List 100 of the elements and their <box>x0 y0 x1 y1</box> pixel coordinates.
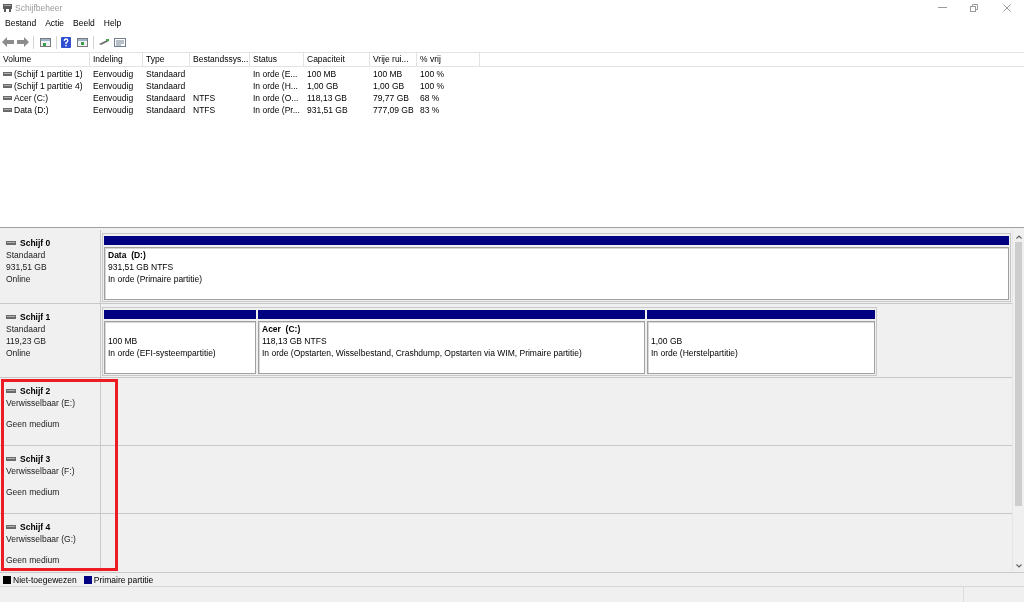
partition-status: In orde (EFI-systeempartitie) <box>108 347 216 359</box>
partition-status: In orde (Primaire partitie) <box>108 273 202 285</box>
column-header[interactable]: Indeling <box>90 53 143 66</box>
table-cell-text: 931,51 GB <box>306 104 349 116</box>
column-header[interactable]: Type <box>143 53 190 66</box>
disk-icon <box>6 389 16 393</box>
menu-item[interactable]: Actie <box>41 16 69 31</box>
table-cell-text: 1,00 GB <box>306 80 340 92</box>
partition-size: 1,00 GB <box>651 335 683 347</box>
disk-name: Schijf 0 <box>20 237 51 249</box>
back-arrow-icon <box>2 37 14 47</box>
disk-name: Schijf 2 <box>20 385 51 397</box>
column-header[interactable]: Capaciteit <box>304 53 370 66</box>
table-cell-text: In orde (Pr... <box>252 104 301 116</box>
partition-size: 100 MB <box>108 335 138 347</box>
table-cell-text: Standaard <box>145 80 187 92</box>
window-icon <box>39 37 51 47</box>
disk-icon <box>6 457 16 461</box>
table-cell-text: NTFS <box>192 104 217 116</box>
window-icon <box>76 37 88 47</box>
disk-info-panel[interactable]: Schijf 1 Standaard 119,23 GB Online <box>0 304 101 377</box>
forward-button[interactable] <box>16 35 30 49</box>
close-icon <box>1003 3 1011 12</box>
legend-label: Primaire partitie <box>93 573 154 586</box>
partition-box[interactable]: Data (D:) 931,51 GB NTFS In orde (Primaire partitie) <box>104 247 1009 300</box>
column-header[interactable]: Status <box>250 53 304 66</box>
disk-icon <box>6 241 16 245</box>
list-view-icon <box>114 37 126 47</box>
panel-button[interactable] <box>75 35 89 49</box>
table-cell-text: NTFS <box>192 92 217 104</box>
scrollbar[interactable] <box>1012 230 1024 572</box>
table-cell-text: 100 MB <box>372 68 404 80</box>
help-button[interactable] <box>59 35 73 49</box>
forward-arrow-icon <box>17 37 29 47</box>
disk-type: Standaard <box>6 249 46 261</box>
table-cell-text: 100 % <box>419 68 446 80</box>
table-cell-text: In orde (O... <box>252 92 300 104</box>
table-cell: (Schijf 1 partitie 1) <box>14 68 83 80</box>
cable-icon <box>98 38 110 46</box>
window-title: Schijfbeheer <box>15 1 63 14</box>
back-button[interactable] <box>1 35 15 49</box>
table-cell-text: In orde (H... <box>252 80 299 92</box>
menu-item[interactable]: Help <box>99 16 126 31</box>
table-cell-text: In orde (E... <box>252 68 299 80</box>
table-cell-text: 100 % <box>419 80 446 92</box>
chevron-down-icon <box>1015 564 1022 568</box>
column-header[interactable]: Vrije rui... <box>370 53 417 66</box>
partition-name: Data (D:) <box>108 249 146 261</box>
menu-item[interactable]: Beeld <box>69 16 99 31</box>
table-cell-text: 777,09 GB <box>372 104 415 116</box>
panel-button[interactable] <box>38 35 52 49</box>
table-cell-text: Eenvoudig <box>92 80 135 92</box>
disk-name: Schijf 4 <box>20 521 51 533</box>
disk-info-panel[interactable]: Schijf 0 Standaard 931,51 GB Online <box>0 230 101 303</box>
partition-size: 118,13 GB NTFS <box>262 335 327 347</box>
disk-icon <box>6 315 16 319</box>
disk-info-panel[interactable]: Schijf 2 Verwisselbaar (E:) Geen medium <box>0 378 101 445</box>
table-cell-text: 68 % <box>419 92 441 104</box>
app-icon <box>3 3 12 12</box>
table-cell-text: 100 MB <box>306 68 338 80</box>
disk-type: Verwisselbaar (E:) <box>6 397 75 409</box>
scroll-thumb[interactable] <box>1015 242 1022 506</box>
list-view-button[interactable] <box>113 35 127 49</box>
partition-name: Acer (C:) <box>262 323 301 335</box>
partition-box[interactable]: 100 MB In orde (EFI-systeempartitie) <box>104 321 256 374</box>
disk-capacity: 119,23 GB <box>6 335 46 347</box>
disk-info-panel[interactable]: Schijf 3 Verwisselbaar (F:) Geen medium <box>0 446 101 513</box>
table-cell-text: Standaard <box>145 92 187 104</box>
column-header[interactable]: Volume <box>0 53 90 66</box>
drive-icon <box>3 72 12 76</box>
table-cell-text: 79,77 GB <box>372 92 410 104</box>
table-cell-text: 83 % <box>419 104 441 116</box>
table-cell-text: Eenvoudig <box>92 104 135 116</box>
table-cell: Acer (C:) <box>14 92 48 104</box>
disk-type: Verwisselbaar (F:) <box>6 465 75 477</box>
drive-icon <box>3 108 12 112</box>
partition-size: 931,51 GB NTFS <box>108 261 174 273</box>
disk-capacity: 931,51 GB <box>6 261 47 273</box>
drive-icon <box>3 96 12 100</box>
table-cell: (Schijf 1 partitie 4) <box>14 80 83 92</box>
table-cell-text: Standaard <box>145 68 187 80</box>
disk-name: Schijf 1 <box>20 311 51 323</box>
disk-status: Online <box>6 273 31 285</box>
table-cell-text: Eenvoudig <box>92 68 135 80</box>
disk-status: Online <box>6 347 31 359</box>
disk-type: Verwisselbaar (G:) <box>6 533 76 545</box>
chevron-up-icon <box>1015 235 1022 239</box>
table-cell-text: 1,00 GB <box>372 80 406 92</box>
help-icon <box>61 36 71 48</box>
menu-item[interactable]: Bestand <box>1 16 41 31</box>
column-header[interactable]: Bestandssys... <box>190 53 250 66</box>
table-cell-text: Standaard <box>145 104 187 116</box>
partition-status: In orde (Herstelpartitie) <box>651 347 738 359</box>
disk-status: Geen medium <box>6 554 60 566</box>
disk-status: Geen medium <box>6 418 60 430</box>
partition-box[interactable]: Acer (C:) 118,13 GB NTFS In orde (Opstarten, Wisselbestand, Crashdump, Opstarten via WIM, Primaire partitie) <box>258 321 645 374</box>
column-header[interactable]: % vrij <box>417 53 480 66</box>
partition-box[interactable]: 1,00 GB In orde (Herstelpartitie) <box>647 321 875 374</box>
disk-status: Geen medium <box>6 486 60 498</box>
partition-status: In orde (Opstarten, Wisselbestand, Crashdump, Opstarten via WIM, Primaire partitie) <box>262 347 582 359</box>
